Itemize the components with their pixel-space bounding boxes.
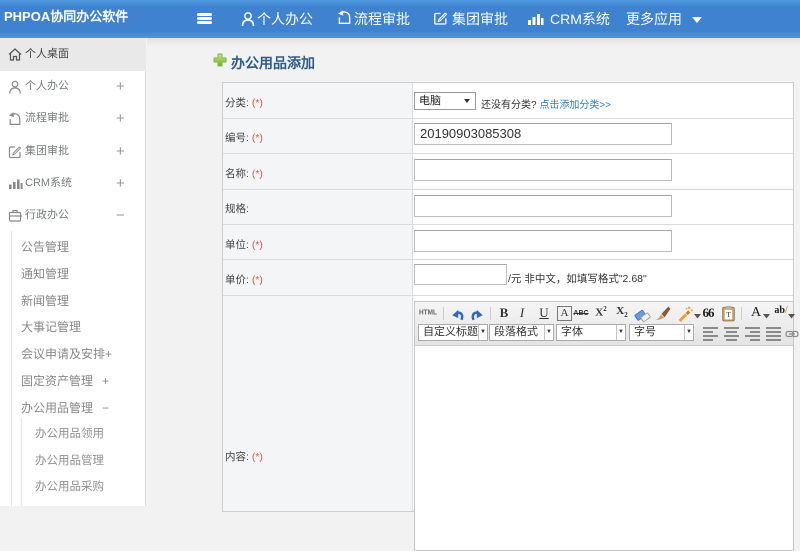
svg-text:T: T	[726, 310, 731, 319]
